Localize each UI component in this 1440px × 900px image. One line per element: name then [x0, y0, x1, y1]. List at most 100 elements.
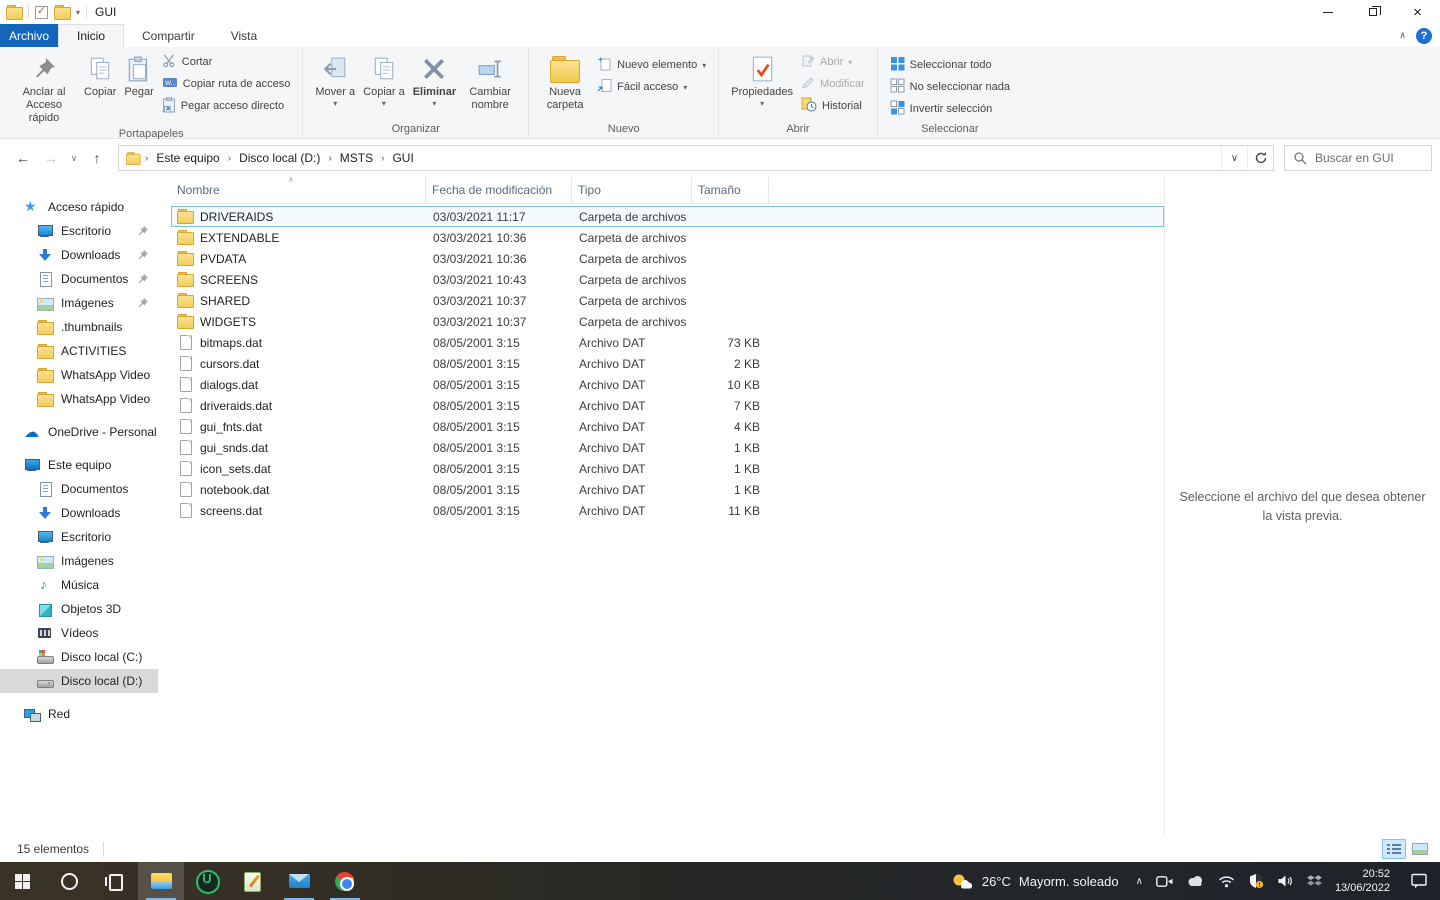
select-all-button[interactable]: Seleccionar todo [886, 54, 1014, 76]
copy-path-button[interactable]: W... Copiar ruta de acceso [158, 73, 295, 95]
meet-now-icon[interactable] [1156, 875, 1173, 888]
file-row[interactable]: dialogs.dat 08/05/2001 3:15 Archivo DAT … [171, 374, 1164, 395]
taskbar-app-button[interactable] [92, 862, 138, 900]
sidebar-item[interactable]: Documentos [0, 267, 158, 291]
sidebar-item[interactable]: Escritorio [0, 219, 158, 243]
taskbar-app-button[interactable] [0, 862, 46, 900]
search-box[interactable] [1284, 145, 1432, 171]
copy-to-button[interactable]: Copiar a▾ [359, 50, 409, 110]
defender-warning-icon[interactable] [1248, 873, 1264, 889]
file-row[interactable]: bitmaps.dat 08/05/2001 3:15 Archivo DAT … [171, 332, 1164, 353]
file-row[interactable]: PVDATA 03/03/2021 10:36 Carpeta de archi… [171, 248, 1164, 269]
taskbar-app-button[interactable] [184, 862, 230, 900]
copy-button[interactable]: Copiar [80, 50, 120, 101]
open-button[interactable]: Abrir▾ [797, 51, 869, 73]
history-button[interactable]: Historial [797, 95, 869, 117]
sidebar-item[interactable]: ACTIVITIES [0, 339, 158, 363]
breadcrumb-segment[interactable]: Disco local (D:) [235, 151, 324, 165]
file-row[interactable]: gui_fnts.dat 08/05/2001 3:15 Archivo DAT… [171, 416, 1164, 437]
taskbar-app-button[interactable] [322, 862, 368, 900]
sidebar-item[interactable]: WhatsApp Video [0, 387, 158, 411]
ribbon-tab[interactable]: Vista [213, 24, 275, 47]
taskbar-app-button[interactable] [230, 862, 276, 900]
close-button[interactable]: × [1395, 0, 1440, 24]
column-header-type[interactable]: Tipo [572, 177, 692, 203]
volume-icon[interactable] [1277, 874, 1294, 888]
file-row[interactable]: gui_snds.dat 08/05/2001 3:15 Archivo DAT… [171, 437, 1164, 458]
easy-access-button[interactable]: Fácil acceso▾ [593, 76, 710, 98]
delete-button[interactable]: Eliminar▾ [409, 50, 460, 110]
new-folder-button[interactable]: Nueva carpeta [537, 50, 593, 114]
edit-button[interactable]: Modificar [797, 73, 869, 95]
file-row[interactable]: SCREENS 03/03/2021 10:43 Carpeta de arch… [171, 269, 1164, 290]
new-item-button[interactable]: Nuevo elemento▾ [593, 54, 710, 76]
wifi-icon[interactable] [1218, 875, 1235, 888]
taskbar-clock[interactable]: 20:52 13/06/2022 [1335, 867, 1390, 896]
cut-button[interactable]: Cortar [158, 51, 295, 73]
column-header-date[interactable]: Fecha de modificación [426, 177, 572, 203]
select-none-button[interactable]: No seleccionar nada [886, 76, 1014, 98]
move-to-button[interactable]: Mover a▾ [311, 50, 359, 110]
sidebar-item[interactable]: Imágenes [0, 549, 158, 573]
column-header-name[interactable]: ∧ Nombre [171, 177, 426, 203]
minimize-button[interactable] [1305, 0, 1350, 24]
sidebar-item[interactable]: Objetos 3D [0, 597, 158, 621]
file-row[interactable]: cursors.dat 08/05/2001 3:15 Archivo DAT … [171, 353, 1164, 374]
sidebar-item[interactable]: Este equipo [0, 453, 158, 477]
details-view-button[interactable] [1382, 839, 1406, 859]
file-row[interactable]: icon_sets.dat 08/05/2001 3:15 Archivo DA… [171, 458, 1164, 479]
recent-locations-icon[interactable]: ∨ [66, 145, 82, 171]
thumbnails-view-button[interactable] [1408, 839, 1432, 859]
sidebar-item[interactable]: Acceso rápido [0, 195, 158, 219]
file-row[interactable]: EXTENDABLE 03/03/2021 10:36 Carpeta de a… [171, 227, 1164, 248]
address-dropdown-icon[interactable]: ∨ [1221, 146, 1247, 170]
help-icon[interactable]: ? [1416, 28, 1432, 44]
sidebar-item[interactable]: Downloads [0, 501, 158, 525]
collapse-ribbon-icon[interactable]: ∧ [1399, 30, 1406, 41]
sidebar-item[interactable]: Imágenes [0, 291, 158, 315]
action-center-icon[interactable] [1411, 873, 1428, 889]
sidebar-item[interactable]: Red [0, 702, 158, 726]
rename-button[interactable]: Cambiar nombre [460, 50, 520, 114]
paste-button[interactable]: Pegar [120, 50, 157, 101]
column-header-size[interactable]: Tamaño [692, 177, 769, 203]
up-button[interactable]: ↑ [84, 145, 110, 171]
onedrive-icon[interactable] [1186, 875, 1205, 887]
file-row[interactable]: DRIVERAIDS 03/03/2021 11:17 Carpeta de a… [171, 206, 1164, 227]
breadcrumb-segment[interactable]: Este equipo [152, 151, 223, 165]
taskbar-app-button[interactable] [276, 862, 322, 900]
file-row[interactable]: screens.dat 08/05/2001 3:15 Archivo DAT … [171, 500, 1164, 521]
tab-archivo[interactable]: Archivo [0, 24, 58, 47]
refresh-button[interactable] [1247, 146, 1273, 170]
forward-button[interactable]: → [38, 145, 64, 171]
new-folder-icon[interactable] [54, 5, 70, 20]
properties-button[interactable]: Propiedades▾ [727, 50, 797, 110]
sidebar-item[interactable]: OneDrive - Personal [0, 420, 158, 444]
file-row[interactable]: SHARED 03/03/2021 10:37 Carpeta de archi… [171, 290, 1164, 311]
paste-shortcut-button[interactable]: Pegar acceso directo [158, 95, 295, 117]
sidebar-item[interactable]: .thumbnails [0, 315, 158, 339]
file-row[interactable]: driveraids.dat 08/05/2001 3:15 Archivo D… [171, 395, 1164, 416]
restore-button[interactable] [1350, 0, 1395, 24]
sidebar-item[interactable]: Música [0, 573, 158, 597]
breadcrumb-segment[interactable]: MSTS [336, 151, 377, 165]
properties-icon[interactable]: ✓ [35, 6, 48, 19]
sidebar-item[interactable]: Escritorio [0, 525, 158, 549]
pin-to-quick-access-button[interactable]: Anclar al Acceso rápido [8, 50, 80, 127]
sidebar-item[interactable]: Disco local (D:) [0, 669, 158, 693]
sidebar-item[interactable]: Vídeos [0, 621, 158, 645]
breadcrumb-segment[interactable]: GUI [388, 151, 417, 165]
sidebar-item[interactable]: Documentos [0, 477, 158, 501]
toolbar-dropdown-icon[interactable]: ▾ [76, 8, 80, 17]
invert-selection-button[interactable]: Invertir selección [886, 98, 1014, 120]
taskbar-app-button[interactable] [138, 862, 184, 900]
ribbon-tab[interactable]: Compartir [124, 24, 213, 47]
sidebar-item[interactable]: Downloads [0, 243, 158, 267]
dropbox-icon[interactable] [1307, 874, 1322, 888]
sidebar-item[interactable]: WhatsApp Video [0, 363, 158, 387]
chevron-up-icon[interactable]: ∧ [1136, 876, 1143, 887]
taskbar-app-button[interactable] [46, 862, 92, 900]
sidebar-item[interactable]: Disco local (C:) [0, 645, 158, 669]
weather-widget[interactable]: 26°C Mayorm. soleado [948, 873, 1123, 890]
file-row[interactable]: WIDGETS 03/03/2021 10:37 Carpeta de arch… [171, 311, 1164, 332]
